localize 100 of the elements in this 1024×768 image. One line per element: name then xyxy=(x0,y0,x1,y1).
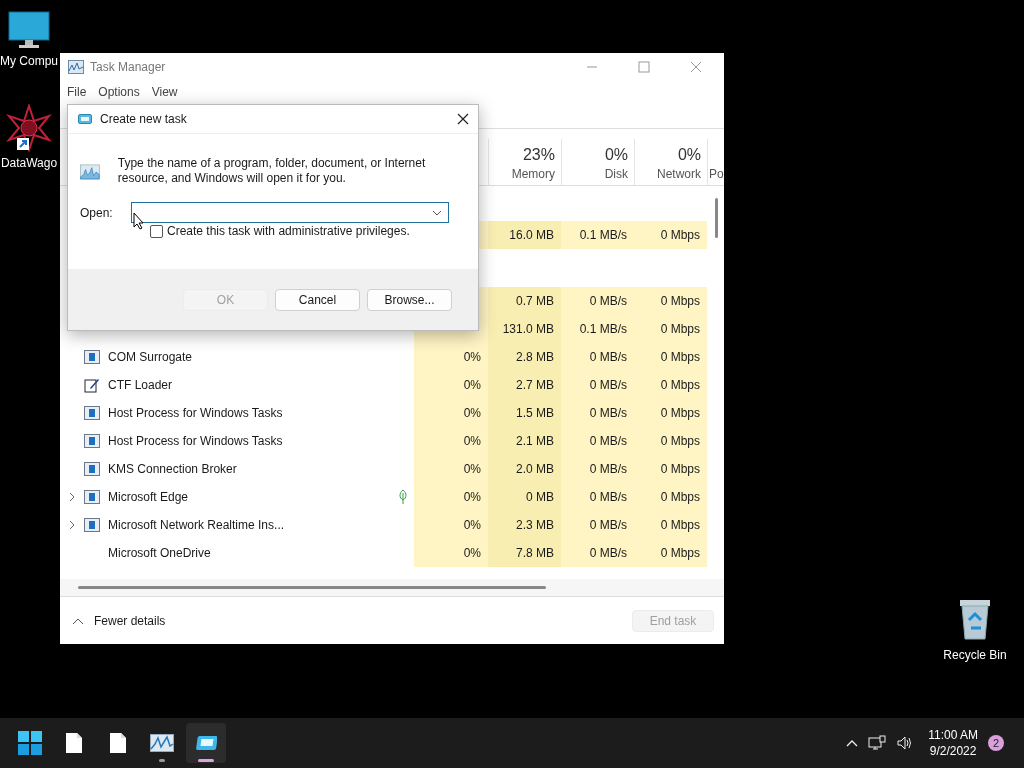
table-cell: 0 MB/s xyxy=(561,455,634,483)
table-cell: 7.8 MB xyxy=(488,539,561,567)
open-label: Open: xyxy=(80,205,113,220)
start-icon[interactable] xyxy=(18,731,42,755)
notification-badge[interactable]: 2 xyxy=(988,735,1004,751)
window-icon xyxy=(84,434,100,448)
process-name: KMS Connection Broker xyxy=(108,462,237,476)
table-cell: 0 Mbps xyxy=(634,287,707,315)
table-cell: 0% xyxy=(414,427,488,455)
clock-time[interactable]: 11:00 AM xyxy=(928,728,978,742)
table-cell: 0 Mbps xyxy=(634,371,707,399)
close-icon[interactable] xyxy=(457,113,469,125)
table-cell: 0% xyxy=(414,371,488,399)
window-icon xyxy=(78,113,92,125)
column-percent: 23% xyxy=(522,146,555,164)
table-cell: 1.5 MB xyxy=(488,399,561,427)
table-cell: 0 Mbps xyxy=(634,539,707,567)
column-header[interactable]: Memory xyxy=(511,167,555,181)
menu-item[interactable]: View xyxy=(151,85,178,99)
open-combobox[interactable] xyxy=(131,202,449,223)
table-cell: 0 MB/s xyxy=(561,539,634,567)
table-cell: 0 MB/s xyxy=(561,511,634,539)
table-cell: 0 MB/s xyxy=(561,399,634,427)
checkbox-label[interactable]: Create this task with administrative privileges. xyxy=(167,224,410,238)
chevron-right-icon[interactable] xyxy=(68,520,76,530)
graph-icon[interactable] xyxy=(150,734,174,752)
table-cell: 0 Mbps xyxy=(634,221,707,249)
table-cell: 0 Mbps xyxy=(634,427,707,455)
table-cell: 2.1 MB xyxy=(488,427,561,455)
window-icon xyxy=(84,406,100,420)
table-cell: 131.0 MB xyxy=(488,315,561,343)
file-icon[interactable] xyxy=(65,732,83,754)
dialog-title: Create new task xyxy=(100,112,187,126)
table-cell: 0 MB/s xyxy=(561,427,634,455)
table-cell: 0 MB/s xyxy=(561,483,634,511)
chevron-up-icon[interactable] xyxy=(846,739,859,747)
process-name: COM Surrogate xyxy=(108,350,193,364)
window-icon xyxy=(84,350,100,364)
table-cell: 2.7 MB xyxy=(488,371,561,399)
table-cell: 2.3 MB xyxy=(488,511,561,539)
menu-item[interactable]: File xyxy=(67,85,87,99)
table-cell: 16.0 MB xyxy=(488,221,561,249)
checkbox[interactable] xyxy=(150,224,163,238)
table-cell: 0% xyxy=(414,343,488,371)
monitor-icon[interactable] xyxy=(7,10,51,50)
table-cell: 0 MB/s xyxy=(561,287,634,315)
table-cell: 2.0 MB xyxy=(488,455,561,483)
process-name: Host Process for Windows Tasks xyxy=(108,434,283,448)
process-name: Host Process for Windows Tasks xyxy=(108,406,283,420)
table-cell: 2.8 MB xyxy=(488,343,561,371)
table-cell: 0 Mbps xyxy=(634,483,707,511)
clock-date[interactable]: 9/2/2022 xyxy=(929,744,977,758)
menu-item[interactable]: Options xyxy=(98,85,140,99)
graph-icon xyxy=(68,60,84,74)
process-name: Microsoft Edge xyxy=(108,490,189,504)
desktop-icon-label: DataWago xyxy=(0,156,58,170)
process-name: Microsoft OneDrive xyxy=(108,546,211,560)
recycle-bin-icon[interactable] xyxy=(957,598,993,640)
table-cell: 0 Mbps xyxy=(634,511,707,539)
table-cell: 0 Mbps xyxy=(634,455,707,483)
chevron-down-icon[interactable] xyxy=(432,209,442,216)
column-header[interactable]: Po xyxy=(709,167,724,181)
table-cell: 0.1 MB/s xyxy=(561,315,634,343)
desktop-icon-label: My Compu xyxy=(0,54,58,68)
cursor-icon xyxy=(133,212,145,230)
table-cell: 0 Mbps xyxy=(634,343,707,371)
window-icon xyxy=(84,462,100,476)
process-name: Microsoft Network Realtime Ins... xyxy=(108,518,285,532)
network-icon[interactable] xyxy=(868,735,887,751)
table-cell: 0.7 MB xyxy=(488,287,561,315)
pen-icon xyxy=(84,377,100,393)
window-icon xyxy=(84,518,100,532)
table-cell: 0% xyxy=(414,455,488,483)
column-percent: 0% xyxy=(604,146,628,164)
column-header[interactable]: Disk xyxy=(604,167,628,181)
table-cell: 0 MB xyxy=(488,483,561,511)
column-percent: 0% xyxy=(677,146,701,164)
process-name: CTF Loader xyxy=(108,378,173,392)
fewer-details-link[interactable]: Fewer details xyxy=(94,613,166,628)
scrollbar-thumb[interactable] xyxy=(78,586,546,589)
window-icon[interactable] xyxy=(195,735,217,751)
scrollbar-thumb[interactable] xyxy=(715,198,718,238)
window-title: Task Manager xyxy=(90,60,166,74)
desktop-icon-label: Recycle Bin xyxy=(943,648,1007,662)
dialog-button[interactable]: Browse... xyxy=(367,288,452,311)
table-cell: 0 MB/s xyxy=(561,343,634,371)
table-cell: 0 Mbps xyxy=(634,399,707,427)
chevron-right-icon[interactable] xyxy=(68,492,76,502)
dialog-button[interactable]: Cancel xyxy=(275,288,360,311)
window-icon xyxy=(84,490,100,504)
table-cell: 0% xyxy=(414,483,488,511)
dialog-message: Type the name of a program, folder, document, or Internet resource, and Windows will open it for you. xyxy=(117,156,427,186)
column-header[interactable]: Network xyxy=(657,167,701,181)
star-icon[interactable] xyxy=(5,104,53,152)
table-cell: 0 MB/s xyxy=(561,371,634,399)
chevron-up-icon[interactable] xyxy=(72,616,84,625)
table-cell: 0.1 MB/s xyxy=(561,221,634,249)
table-cell: 0 Mbps xyxy=(634,315,707,343)
table-cell: 0% xyxy=(414,399,488,427)
file-icon[interactable] xyxy=(109,732,127,754)
